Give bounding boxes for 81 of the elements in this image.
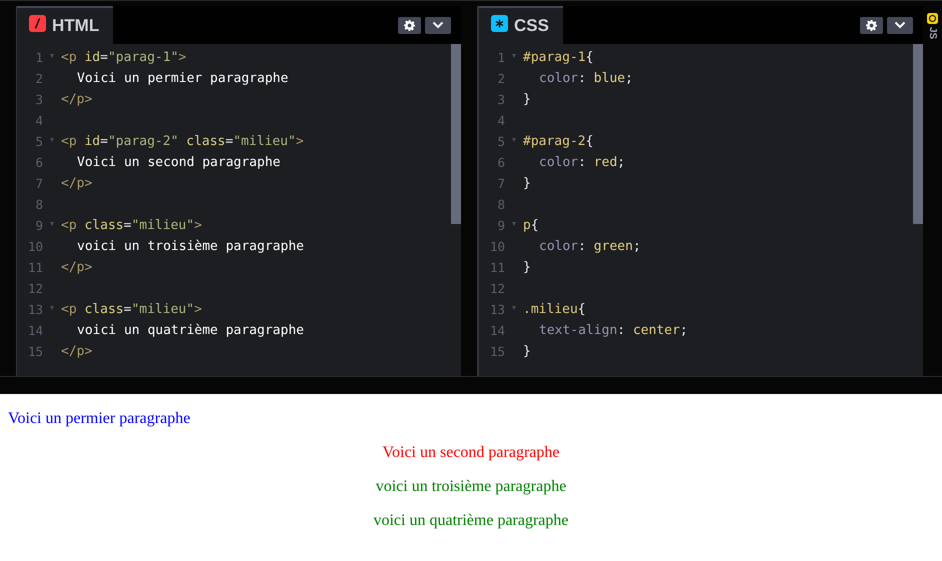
dropdown-button[interactable] [887, 16, 913, 34]
line-number: 15 [488, 343, 505, 361]
line-number: 12 [488, 280, 505, 298]
line-number: 5 [496, 133, 505, 151]
line-number: 11 [26, 259, 43, 277]
chevron-icon [894, 21, 906, 29]
code-line: color: blue; [538, 70, 633, 88]
settings-button[interactable] [398, 16, 421, 34]
fold-icon[interactable] [50, 138, 54, 142]
line-number: 14 [488, 322, 505, 340]
code-line: color: green; [538, 238, 641, 256]
line-number: 2 [34, 70, 43, 88]
line-number: 12 [26, 280, 43, 298]
line-number: 4 [496, 112, 505, 130]
code-line: </p> [61, 175, 92, 193]
code-line: Voici un permier paragraphe [76, 70, 288, 88]
code-line: Voici un second paragraphe [76, 154, 280, 172]
line-number: 13 [26, 301, 43, 319]
fold-icon[interactable] [512, 138, 516, 142]
line-number: 9 [496, 217, 505, 235]
code-line: #parag-1{ [523, 49, 594, 67]
code-line: } [523, 175, 531, 193]
line-number: 1 [496, 49, 505, 67]
line-number: 9 [34, 217, 43, 235]
line-number: 7 [496, 175, 505, 193]
line-number: 1 [34, 49, 43, 67]
line-number: 10 [26, 238, 43, 256]
editor-tab[interactable]: CSS [479, 6, 563, 44]
fold-icon[interactable] [50, 306, 54, 310]
code-line: <p class="milieu"> [61, 217, 202, 235]
line-number: 3 [496, 91, 505, 109]
gear-icon [866, 20, 877, 30]
settings-button[interactable] [860, 16, 883, 34]
preview-text: Voici un second paragraphe [382, 444, 560, 462]
line-number: 8 [34, 196, 43, 214]
line-number: 3 [34, 91, 43, 109]
editor-tab[interactable]: HTML [17, 6, 114, 44]
line-number: 13 [488, 301, 505, 319]
line-number: 10 [488, 238, 505, 256]
code-line: <p id="parag-1"> [61, 49, 186, 67]
preview-text: voici un troisième paragraphe [376, 478, 566, 496]
chevron-icon [432, 21, 444, 29]
code-line: } [523, 343, 531, 361]
code-line: </p> [61, 91, 92, 109]
line-number: 5 [34, 133, 43, 151]
fold-icon[interactable] [512, 54, 516, 58]
line-number: 14 [26, 322, 43, 340]
asterisk-icon [491, 15, 508, 32]
code-line: .milieu{ [523, 301, 586, 319]
preview-text: Voici un permier paragraphe [8, 410, 190, 428]
gear-icon [404, 20, 415, 30]
code-line: voici un quatrième paragraphe [76, 322, 304, 340]
code-line: <p class="milieu"> [61, 301, 202, 319]
line-number: 7 [34, 175, 43, 193]
code-line: </p> [61, 259, 92, 277]
line-number: 2 [496, 70, 505, 88]
editor-tab[interactable]: JS [927, 27, 938, 40]
fold-icon[interactable] [50, 222, 54, 226]
fold-icon[interactable] [512, 222, 516, 226]
code-line: </p> [61, 343, 92, 361]
line-number: 11 [488, 259, 505, 277]
line-number: 15 [26, 343, 43, 361]
slash-icon [29, 15, 46, 32]
fold-icon[interactable] [50, 54, 54, 58]
line-number: 4 [34, 112, 43, 130]
line-number: 6 [496, 154, 505, 172]
code-line: } [523, 91, 531, 109]
code-line: voici un troisième paragraphe [76, 238, 304, 256]
fold-icon[interactable] [512, 306, 516, 310]
preview-text: voici un quatrième paragraphe [373, 512, 569, 530]
scrollbar-thumb[interactable] [451, 44, 461, 224]
code-line: color: red; [538, 154, 626, 172]
code-line: <p id="parag-2" class="milieu"> [61, 133, 304, 151]
dropdown-button[interactable] [425, 16, 451, 34]
scrollbar-thumb[interactable] [913, 44, 923, 224]
code-line: p{ [523, 217, 539, 235]
code-line: #parag-2{ [523, 133, 594, 151]
line-number: 6 [34, 154, 43, 172]
code-line: } [523, 259, 531, 277]
code-line: text-align: center; [538, 322, 688, 340]
line-number: 8 [496, 196, 505, 214]
